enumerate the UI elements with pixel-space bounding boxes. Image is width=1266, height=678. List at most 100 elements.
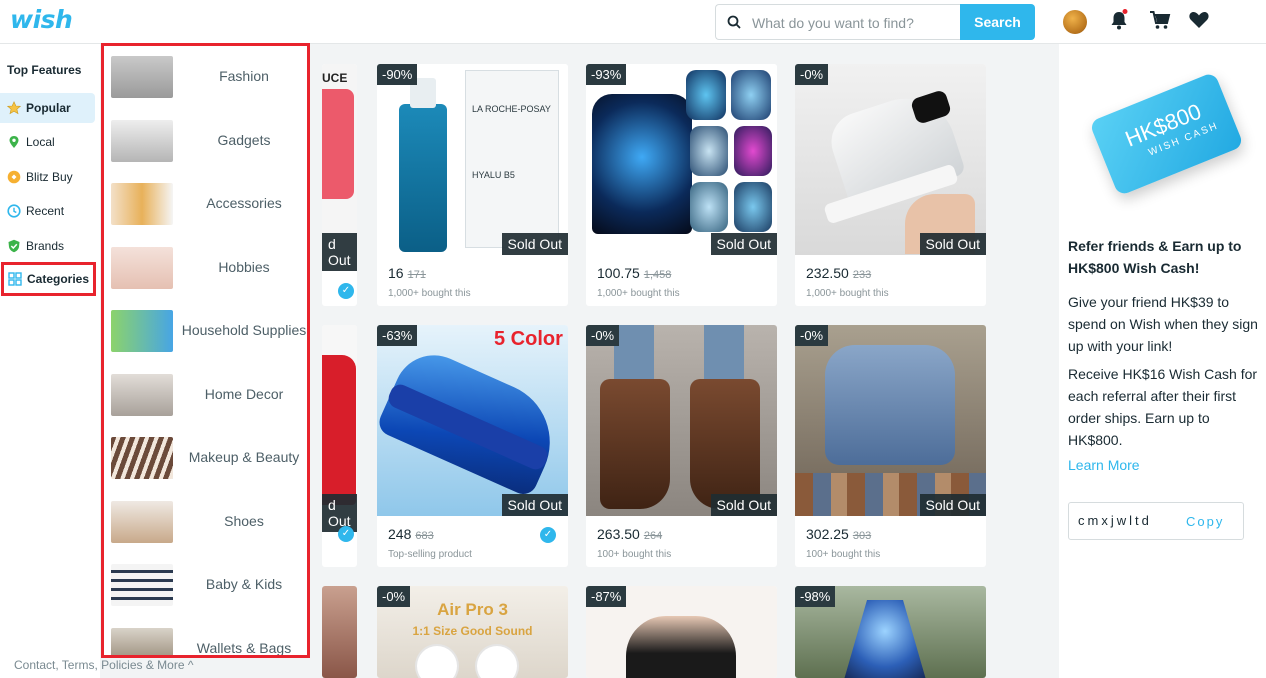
- category-thumbnail: [111, 564, 173, 606]
- category-item-fashion[interactable]: Fashion: [108, 56, 307, 100]
- category-thumbnail: [111, 120, 173, 162]
- product-card[interactable]: -0% Sold Out 302.25 303 100+ bought this: [795, 325, 986, 567]
- category-thumbnail: [111, 56, 173, 98]
- overlay-subtext: 1:1 Size Good Sound: [412, 624, 533, 638]
- grid-icon: [8, 272, 22, 286]
- product-card[interactable]: -0% Sold Out 232.50 233 1,000+ bought thi…: [795, 64, 986, 306]
- bought-count: Top-selling product: [388, 549, 472, 560]
- product-price: 248 683: [388, 526, 434, 542]
- search-input[interactable]: [752, 12, 952, 34]
- nav-item-popular[interactable]: Popular: [0, 93, 95, 123]
- product-price: 232.50 233: [806, 265, 872, 281]
- nav-item-recent[interactable]: Recent: [0, 196, 96, 226]
- partial-label: UCE: [322, 71, 348, 85]
- product-image: 5 Color: [377, 325, 568, 516]
- referral-code: cmxjwltd: [1078, 513, 1152, 528]
- referral-text-1: Give your friend HK$39 to spend on Wish …: [1068, 294, 1258, 354]
- sold-out-label: d Out: [322, 494, 357, 532]
- nav-label: Popular: [26, 101, 71, 115]
- referral-code-box: cmxjwltd Copy: [1068, 502, 1244, 540]
- bought-count: 100+ bought this: [806, 549, 881, 560]
- discount-badge: -0%: [795, 64, 829, 85]
- discount-badge: -0%: [377, 586, 411, 607]
- nav-item-categories[interactable]: Categories: [1, 262, 96, 296]
- discount-badge: -0%: [795, 325, 829, 346]
- nav-item-brands[interactable]: Brands: [0, 231, 96, 261]
- category-item-baby-kids[interactable]: Baby & Kids: [108, 564, 307, 608]
- product-image: LA ROCHE-POSAY HYALU B5: [377, 64, 568, 255]
- learn-more-link[interactable]: Learn More: [1068, 457, 1140, 473]
- nav-title: Top Features: [7, 63, 82, 77]
- category-item-household-supplies[interactable]: Household Supplies: [108, 310, 307, 354]
- product-card[interactable]: -0% Sold Out 263.50 264 100+ bought this: [586, 325, 777, 567]
- bell-icon[interactable]: [1109, 9, 1129, 31]
- verified-icon: ✓: [338, 283, 354, 299]
- category-item-gadgets[interactable]: Gadgets: [108, 120, 307, 164]
- star-icon: [7, 101, 21, 115]
- nav-label: Recent: [26, 204, 65, 218]
- product-card[interactable]: 5 Color -63% Sold Out 248 683 Top-selling…: [377, 325, 568, 567]
- category-label: Shoes: [224, 513, 264, 529]
- nav-item-blitz-buy[interactable]: Blitz Buy: [0, 162, 96, 192]
- shield-check-icon: [8, 239, 20, 253]
- top-bar: wish Search: [0, 0, 1266, 44]
- referral-text-2: Receive HK$16 Wish Cash for each referra…: [1068, 366, 1258, 448]
- product-card-partial[interactable]: [322, 586, 357, 678]
- heart-icon[interactable]: [1188, 9, 1210, 31]
- category-item-makeup-beauty[interactable]: Makeup & Beauty: [108, 437, 307, 481]
- search-button[interactable]: Search: [960, 4, 1035, 40]
- product-image: [586, 325, 777, 516]
- sold-out-label: Sold Out: [501, 494, 568, 516]
- discount-badge: -63%: [377, 325, 418, 346]
- blitz-icon: [7, 170, 21, 184]
- sold-out-label: Sold Out: [710, 233, 777, 255]
- top-features-nav: Top Features Popular Local Blitz Buy Rec…: [0, 44, 100, 678]
- nav-item-local[interactable]: Local: [0, 127, 96, 157]
- search-box[interactable]: [715, 4, 960, 40]
- search-icon: [727, 15, 741, 29]
- sold-out-label: Sold Out: [710, 494, 777, 516]
- category-thumbnail: [111, 310, 173, 352]
- category-item-home-decor[interactable]: Home Decor: [108, 374, 307, 418]
- product-price: 100.75 1,458: [597, 265, 672, 281]
- category-thumbnail: [111, 628, 173, 655]
- wish-logo[interactable]: wish: [10, 5, 73, 34]
- product-card[interactable]: -98%: [795, 586, 986, 678]
- location-pin-icon: [9, 136, 19, 148]
- sold-out-label: Sold Out: [501, 233, 568, 255]
- discount-badge: -0%: [586, 325, 620, 346]
- nav-label: Brands: [26, 239, 65, 253]
- discount-badge: -93%: [586, 64, 627, 85]
- sold-out-label: Sold Out: [919, 494, 986, 516]
- cart-icon[interactable]: [1149, 9, 1171, 31]
- product-card[interactable]: -87%: [586, 586, 777, 678]
- product-grid: UCE d Out ✓ d Out ✓ LA ROCHE-POSAY HYALU…: [322, 44, 1058, 678]
- copy-button[interactable]: Copy: [1186, 514, 1224, 529]
- product-card[interactable]: Air Pro 3 1:1 Size Good Sound -0%: [377, 586, 568, 678]
- product-image: [795, 64, 986, 255]
- product-card[interactable]: -93% Sold Out 100.75 1,458 1,000+ bought …: [586, 64, 777, 306]
- product-card-partial[interactable]: UCE d Out ✓: [322, 64, 357, 306]
- category-item-shoes[interactable]: Shoes: [108, 501, 307, 545]
- verified-icon: ✓: [338, 526, 354, 542]
- bought-count: 100+ bought this: [597, 549, 672, 560]
- product-card[interactable]: LA ROCHE-POSAY HYALU B5 -90% Sold Out 16…: [377, 64, 568, 306]
- nav-label: Categories: [27, 272, 90, 286]
- category-label: Baby & Kids: [205, 576, 283, 592]
- sold-out-label: d Out: [322, 233, 357, 271]
- category-item-hobbies[interactable]: Hobbies: [108, 247, 307, 291]
- bought-count: 1,000+ bought this: [597, 288, 680, 299]
- avatar[interactable]: [1063, 10, 1087, 34]
- category-item-accessories[interactable]: Accessories: [108, 183, 307, 227]
- category-label: Gadgets: [217, 132, 271, 148]
- category-label: Accessories: [206, 195, 282, 211]
- category-label: Fashion: [219, 68, 269, 84]
- overlay-text: 5 Color: [494, 328, 563, 350]
- footer-links[interactable]: Contact, Terms, Policies & More ^: [14, 658, 193, 672]
- category-label: Hobbies: [218, 259, 270, 275]
- category-label: Makeup & Beauty: [188, 449, 300, 465]
- category-item-wallets-bags[interactable]: Wallets & Bags: [108, 628, 307, 655]
- product-card-partial[interactable]: d Out ✓: [322, 325, 357, 567]
- category-thumbnail: [111, 437, 173, 479]
- product-price: 302.25 303: [806, 526, 872, 542]
